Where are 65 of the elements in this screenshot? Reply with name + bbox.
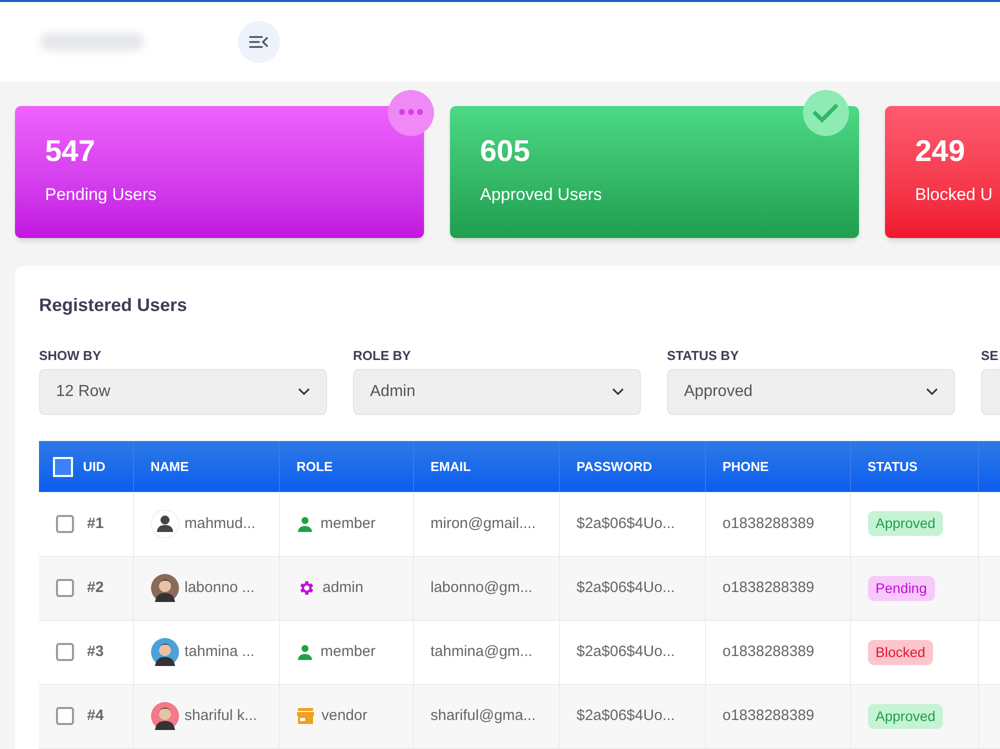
filter-label: ROLE BY	[353, 347, 412, 360]
stat-value: 249	[915, 136, 966, 168]
row-checkbox[interactable]	[56, 579, 74, 597]
store-icon	[296, 708, 314, 724]
filter-select[interactable]: Admin	[353, 369, 641, 415]
filter-label: SHOW BY	[39, 347, 102, 360]
row-checkbox[interactable]	[56, 707, 74, 725]
role-text: member	[320, 642, 376, 662]
chevron-down-icon	[926, 388, 938, 396]
row-checkbox[interactable]	[56, 643, 74, 661]
filter-select[interactable]: Approved	[667, 369, 955, 415]
email-text: miron@gmail....	[430, 514, 536, 532]
user-name: tahmina ...	[184, 642, 255, 662]
email-text: labonno@gm...	[430, 578, 532, 596]
check-icon	[803, 90, 849, 136]
uid-text: #3	[87, 642, 104, 662]
column-header: ROLE	[296, 458, 333, 474]
column-header: STATUS	[868, 458, 918, 474]
user-name: shariful k...	[184, 706, 258, 726]
status-tag: Pending	[868, 576, 935, 600]
menu-collapse-icon	[249, 35, 269, 49]
password-text: $2a$06$4Uo...	[576, 514, 675, 532]
uid-text: #2	[87, 578, 104, 598]
filter-label: SE	[981, 347, 1000, 360]
password-text: $2a$06$4Uo...	[576, 642, 675, 660]
role-text: vendor	[322, 706, 368, 726]
status-tag: Approved	[868, 511, 944, 536]
chevron-down-icon	[612, 388, 624, 396]
phone-text: o1838288389	[722, 706, 814, 724]
phone-text: o1838288389	[722, 578, 814, 596]
phone-text: o1838288389	[722, 642, 814, 660]
more-icon	[388, 90, 434, 136]
user-name: labonno ...	[184, 578, 255, 598]
stat-value: 605	[480, 136, 532, 168]
select-all-checkbox[interactable]	[53, 456, 73, 476]
column-header: UID	[83, 458, 106, 476]
panel-title: Registered Users	[39, 294, 188, 317]
filter-label: STATUS BY	[667, 347, 740, 360]
uid-text: #4	[87, 706, 104, 726]
chevron-down-icon	[298, 388, 310, 396]
uid-text: #1	[87, 514, 104, 534]
person-icon	[296, 516, 312, 532]
password-text: $2a$06$4Uo...	[576, 578, 675, 596]
status-tag: Approved	[868, 704, 944, 728]
column-header: EMAIL	[430, 458, 471, 474]
phone-text: o1838288389	[722, 514, 814, 532]
filter-select[interactable]: 12 Row	[39, 369, 327, 415]
column-header: PASSWORD	[576, 458, 652, 474]
user-avatar-icon	[150, 510, 178, 538]
user-name: mahmud...	[184, 514, 256, 534]
status-tag: Blocked	[868, 640, 934, 664]
password-text: $2a$06$4Uo...	[576, 706, 675, 724]
stat-label: Approved Users	[480, 184, 603, 206]
person-icon	[296, 644, 312, 660]
row-checkbox[interactable]	[56, 514, 74, 533]
email-text: tahmina@gm...	[430, 642, 532, 660]
stat-value: 547	[45, 136, 96, 168]
column-header: NAME	[150, 458, 189, 474]
stat-label: Blocked U	[915, 184, 994, 206]
role-text: member	[320, 514, 376, 534]
column-header: PHONE	[722, 458, 769, 474]
stat-label: Pending Users	[45, 184, 158, 206]
email-text: shariful@gma...	[430, 706, 536, 724]
menu-button[interactable]	[238, 21, 280, 63]
role-text: admin	[322, 578, 364, 598]
